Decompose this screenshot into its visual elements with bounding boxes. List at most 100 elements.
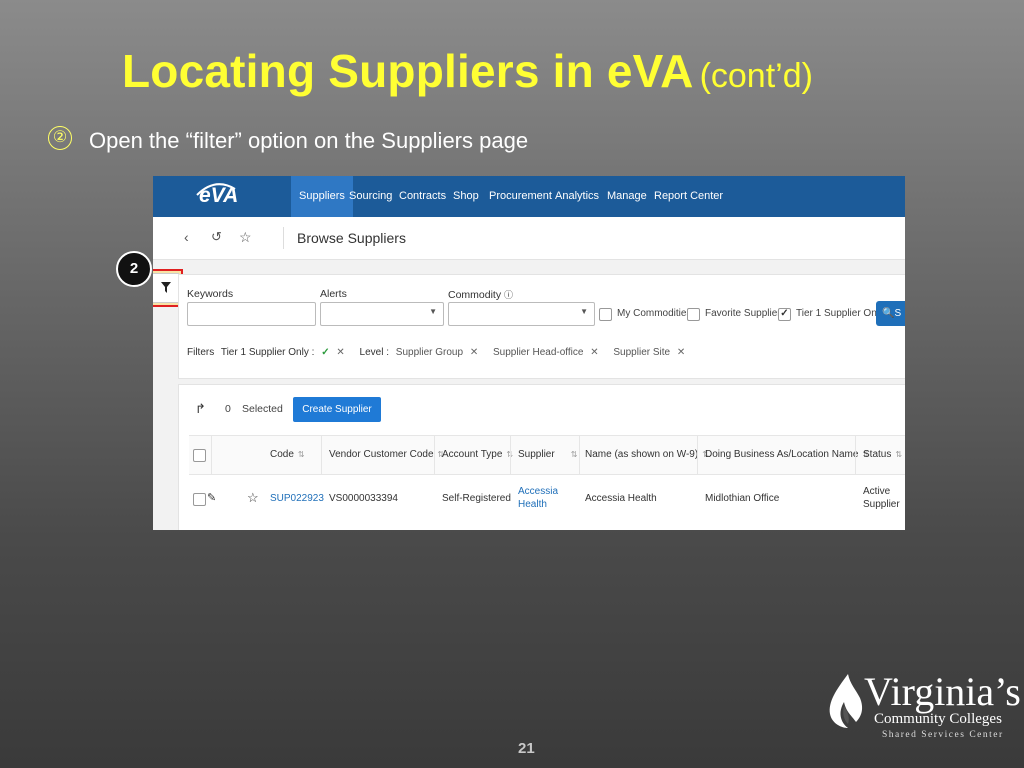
column-divider bbox=[321, 436, 322, 474]
table-header: Code ⇅ Vendor Customer Code ⇅ Account Type… bbox=[189, 435, 905, 475]
page-title: Browse Suppliers bbox=[297, 230, 406, 246]
column-divider bbox=[579, 436, 580, 474]
slide-title: Locating Suppliers in eVA (cont’d) bbox=[122, 44, 813, 98]
slide-title-main: Locating Suppliers in eVA bbox=[122, 45, 694, 97]
col-supplier[interactable]: Supplier ⇅ bbox=[518, 436, 577, 474]
commodity-label-text: Commodity bbox=[448, 289, 502, 301]
sort-icon: ⇅ bbox=[895, 450, 903, 459]
col-name-w9[interactable]: Name (as shown on W-9) ⇅ bbox=[585, 436, 709, 474]
remove-level-group-icon[interactable]: ✕ bbox=[470, 347, 478, 358]
supplier-link-line1[interactable]: Accessia bbox=[518, 486, 558, 497]
alerts-label: Alerts bbox=[320, 288, 347, 300]
remove-level-site-icon[interactable]: ✕ bbox=[677, 347, 685, 358]
my-commodities-label: My Commodities bbox=[617, 308, 692, 319]
filter-button[interactable] bbox=[153, 273, 179, 303]
commodity-select[interactable]: ▼ bbox=[448, 302, 595, 326]
column-divider bbox=[211, 436, 212, 474]
eva-screenshot: eVA Suppliers Sourcing Contracts Shop Pr… bbox=[153, 176, 905, 530]
col-dba[interactable]: Doing Business As/Location Name ⇅ bbox=[705, 436, 869, 474]
selected-label: Selected bbox=[242, 403, 283, 415]
column-divider bbox=[697, 436, 698, 474]
nav-report-center[interactable]: Report Center bbox=[646, 176, 731, 217]
status-line2: Supplier bbox=[863, 499, 900, 510]
step-instruction: Open the “filter” option on the Supplier… bbox=[89, 128, 529, 153]
share-arrow-icon[interactable]: ↱ bbox=[195, 401, 206, 417]
sort-icon: ⇅ bbox=[570, 450, 578, 459]
supplier-code-link[interactable]: SUP022923 bbox=[270, 493, 324, 504]
remove-tier1-icon[interactable]: ✕ bbox=[336, 347, 344, 358]
col-supplier-label: Supplier bbox=[518, 449, 555, 460]
vccs-logo: Virginia’s Community Colleges Shared Ser… bbox=[826, 668, 1021, 744]
create-supplier-button[interactable]: Create Supplier bbox=[293, 397, 381, 422]
dba-location: Midlothian Office bbox=[705, 493, 780, 504]
favorite-suppliers-label: Favorite Suppliers bbox=[705, 308, 786, 319]
supplier-link-line2[interactable]: Health bbox=[518, 499, 547, 510]
eva-logo[interactable]: eVA bbox=[196, 183, 238, 208]
select-all-checkbox[interactable] bbox=[193, 449, 206, 462]
check-icon: ✓ bbox=[321, 347, 330, 358]
col-status[interactable]: Status ⇅ bbox=[863, 436, 902, 474]
keywords-input[interactable] bbox=[187, 302, 316, 326]
level-chip-head-office: Supplier Head-office bbox=[493, 347, 584, 358]
info-icon[interactable]: ⓘ bbox=[504, 290, 513, 300]
search-button-label: S bbox=[894, 308, 902, 319]
applied-tier1-label: Tier 1 Supplier Only : bbox=[220, 347, 315, 358]
column-divider bbox=[434, 436, 435, 474]
commodity-label: Commodity ⓘ bbox=[448, 288, 513, 301]
status-line1: Active bbox=[863, 486, 891, 497]
col-code-label: Code bbox=[270, 449, 294, 460]
level-chip-group: Supplier Group bbox=[395, 347, 464, 358]
applied-filters: Filters Tier 1 Supplier Only : ✓ ✕ Level… bbox=[187, 347, 697, 358]
history-icon[interactable]: ↺ bbox=[211, 229, 222, 245]
account-type: Self-Registered bbox=[442, 493, 511, 504]
browse-toolbar: ‹ ↺ ☆ Browse Suppliers bbox=[153, 217, 905, 260]
col-vendor-label: Vendor Customer Code bbox=[329, 449, 434, 460]
table-row[interactable]: ✎ ☆ SUP022923 VS0000033394 Self-Register… bbox=[189, 474, 905, 524]
column-divider bbox=[855, 436, 856, 474]
col-dba-label: Doing Business As/Location Name bbox=[705, 449, 859, 460]
col-name-label: Name (as shown on W-9) bbox=[585, 449, 699, 460]
filter-panel: Keywords Alerts ▼ Commodity ⓘ ▼ My Commo… bbox=[178, 274, 905, 379]
search-icon: 🔍 bbox=[882, 308, 895, 319]
flame-logo-icon bbox=[829, 674, 863, 728]
filter-icon bbox=[160, 282, 171, 293]
col-code[interactable]: Code ⇅ bbox=[270, 436, 305, 474]
logo-swoosh-icon bbox=[196, 183, 236, 196]
col-status-label: Status bbox=[863, 449, 892, 460]
tier1-checkbox[interactable]: ✓ bbox=[778, 308, 791, 321]
col-account-type[interactable]: Account Type⇅ bbox=[442, 436, 513, 474]
search-button[interactable]: 🔍S bbox=[876, 301, 905, 326]
applied-filters-label: Filters bbox=[187, 347, 215, 358]
alerts-select[interactable]: ▼ bbox=[320, 302, 444, 326]
back-icon[interactable]: ‹ bbox=[184, 229, 189, 245]
selected-count: 0 bbox=[225, 403, 231, 415]
page-number: 21 bbox=[518, 740, 535, 757]
toolbar-divider bbox=[283, 227, 284, 249]
sort-icon: ⇅ bbox=[297, 450, 305, 459]
row-checkbox[interactable] bbox=[193, 493, 206, 506]
keywords-label: Keywords bbox=[187, 288, 234, 300]
column-divider bbox=[510, 436, 511, 474]
name-w9: Accessia Health bbox=[585, 493, 657, 504]
vendor-customer-code: VS0000033394 bbox=[329, 493, 398, 504]
col-vendor-customer-code[interactable]: Vendor Customer Code ⇅ bbox=[329, 436, 444, 474]
vccs-logo-line3: Shared Services Center bbox=[882, 730, 1004, 740]
star-icon[interactable]: ☆ bbox=[239, 229, 252, 246]
vccs-logo-line2: Community Colleges bbox=[874, 711, 1002, 727]
top-nav-bar: eVA Suppliers Sourcing Contracts Shop Pr… bbox=[153, 176, 905, 217]
results-panel: ↱ 0 Selected Create Supplier Code ⇅ Vendo… bbox=[178, 384, 905, 530]
col-account-label: Account Type bbox=[442, 449, 503, 460]
favorite-suppliers-checkbox[interactable] bbox=[687, 308, 700, 321]
favorite-star-icon[interactable]: ☆ bbox=[247, 490, 259, 506]
applied-level-label: Level : bbox=[359, 347, 389, 358]
step-callout-badge: 2 bbox=[116, 251, 152, 287]
edit-icon[interactable]: ✎ bbox=[207, 491, 216, 504]
step-number-badge: ② bbox=[48, 126, 72, 150]
chevron-down-icon: ▼ bbox=[580, 307, 588, 316]
my-commodities-checkbox[interactable] bbox=[599, 308, 612, 321]
slide-title-suffix: (cont’d) bbox=[699, 57, 813, 95]
vccs-logo-line1: Virginia’s bbox=[864, 669, 1021, 714]
remove-level-head-office-icon[interactable]: ✕ bbox=[590, 347, 598, 358]
chevron-down-icon: ▼ bbox=[429, 307, 437, 316]
tier1-label: Tier 1 Supplier Only bbox=[796, 308, 884, 319]
